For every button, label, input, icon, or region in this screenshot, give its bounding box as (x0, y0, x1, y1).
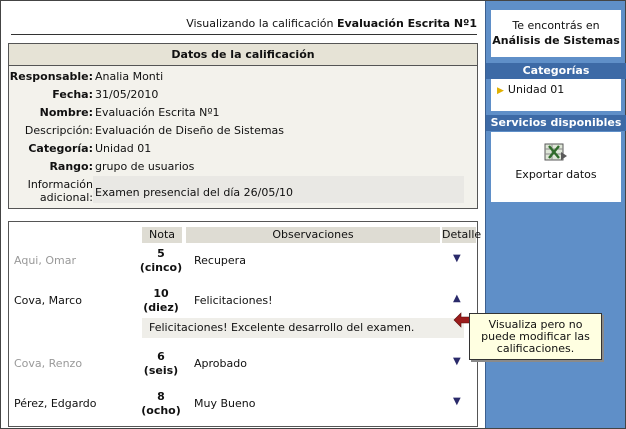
observation: Recupera (194, 254, 246, 267)
detail-label: Categoría: (28, 142, 93, 155)
column-header-detalle: Detalle (442, 227, 482, 243)
grade-number: 10 (153, 287, 169, 300)
categories-header: Categorías (486, 63, 626, 79)
detail-value: Examen presencial del día 26/05/10 (95, 186, 294, 199)
column-header-nota: Nota (142, 227, 182, 243)
info-label-line1: Información (27, 178, 93, 191)
grade-value: 8 (ocho) (137, 390, 185, 418)
detail-label: Descripción: (24, 124, 93, 137)
grade-number: 6 (157, 350, 165, 363)
export-label: Exportar datos (515, 168, 597, 181)
grade-value: 6 (seis) (137, 350, 185, 378)
detail-value: Unidad 01 (95, 142, 152, 155)
panel-title: Datos de la calificación (9, 44, 477, 66)
detail-label: Fecha: (52, 88, 93, 101)
heading-grade-name: Evaluación Escrita Nº1 (337, 17, 477, 30)
page-heading: Visualizando la calificación Evaluación … (11, 9, 477, 35)
tooltip-line3: calificaciones. (496, 342, 575, 355)
observation: Aprobado (194, 357, 247, 370)
services-header: Servicios disponibles (486, 115, 626, 131)
expand-down-icon[interactable]: ▼ (453, 253, 461, 264)
grade-words: (seis) (143, 364, 179, 377)
category-label: Unidad 01 (507, 83, 565, 96)
grade-words: (ocho) (141, 404, 181, 417)
grade-words: (cinco) (139, 261, 183, 274)
detail-value: Evaluación Escrita Nº1 (95, 106, 220, 119)
location-line: Te encontrás en (512, 19, 600, 32)
detail-value: 31/05/2010 (95, 88, 159, 101)
student-name: Aqui, Omar (14, 254, 76, 267)
grade-value: 10 (diez) (137, 287, 185, 315)
detail-value: Analia Monti (95, 70, 164, 83)
detail-row-info: Información adicional: Examen presencial… (9, 178, 479, 208)
expand-down-icon[interactable]: ▼ (453, 356, 461, 367)
grade-number: 5 (157, 247, 165, 260)
student-name: Cova, Marco (14, 294, 82, 307)
grade-details-panel: Datos de la calificación Responsable: An… (8, 43, 478, 209)
detail-label: Rango: (49, 160, 93, 173)
detail-value: grupo de usuarios (95, 160, 195, 173)
expand-down-icon[interactable]: ▼ (453, 396, 461, 407)
grades-table: Nota Observaciones Detalle Aqui, Omar 5 … (8, 221, 482, 427)
main-content: Visualizando la calificación Evaluación … (1, 1, 484, 428)
grade-value: 5 (cinco) (137, 247, 185, 275)
observation: Felicitaciones! (194, 294, 273, 307)
detail-label: Nombre: (39, 106, 93, 119)
detail-row-responsable: Responsable: Analia Monti (9, 70, 479, 88)
sidebar: Te encontrás en Análisis de Sistemas Cat… (485, 1, 626, 428)
collapse-up-icon[interactable]: ▲ (453, 293, 461, 304)
location-name[interactable]: Análisis de Sistemas (492, 34, 620, 47)
info-label-line2: adicional: (39, 191, 93, 204)
grade-words: (diez) (143, 301, 179, 314)
categories-section: ▶ Unidad 01 (491, 79, 621, 111)
sidebar-item-category[interactable]: ▶ Unidad 01 (497, 83, 564, 96)
detail-label: Responsable: (9, 70, 93, 83)
student-name: Cova, Renzo (14, 357, 83, 370)
student-name: Pérez, Edgardo (14, 397, 97, 410)
heading-prefix: Visualizando la calificación (186, 17, 334, 30)
info-tooltip: Visualiza pero no puede modificar las ca… (469, 313, 602, 360)
detail-row-categoria: Categoría: Unidad 01 (9, 142, 479, 160)
location-box: Te encontrás en Análisis de Sistemas (491, 10, 621, 57)
observation-detail-row: Felicitaciones! Excelente desarrollo del… (142, 318, 464, 338)
detail-value: Evaluación de Diseño de Sistemas (95, 124, 285, 137)
column-header-observaciones: Observaciones (186, 227, 440, 243)
detail-row-nombre: Nombre: Evaluación Escrita Nº1 (9, 106, 479, 124)
bullet-triangle-icon: ▶ (497, 86, 504, 96)
detail-row-fecha: Fecha: 31/05/2010 (9, 88, 479, 106)
observation: Muy Bueno (194, 397, 256, 410)
export-excel-icon (544, 143, 567, 161)
services-section: Exportar datos (491, 132, 621, 202)
detail-row-descripcion: Descripción: Evaluación de Diseño de Sis… (9, 124, 479, 142)
grade-number: 8 (157, 390, 165, 403)
detail-label: Información adicional: (9, 178, 93, 204)
